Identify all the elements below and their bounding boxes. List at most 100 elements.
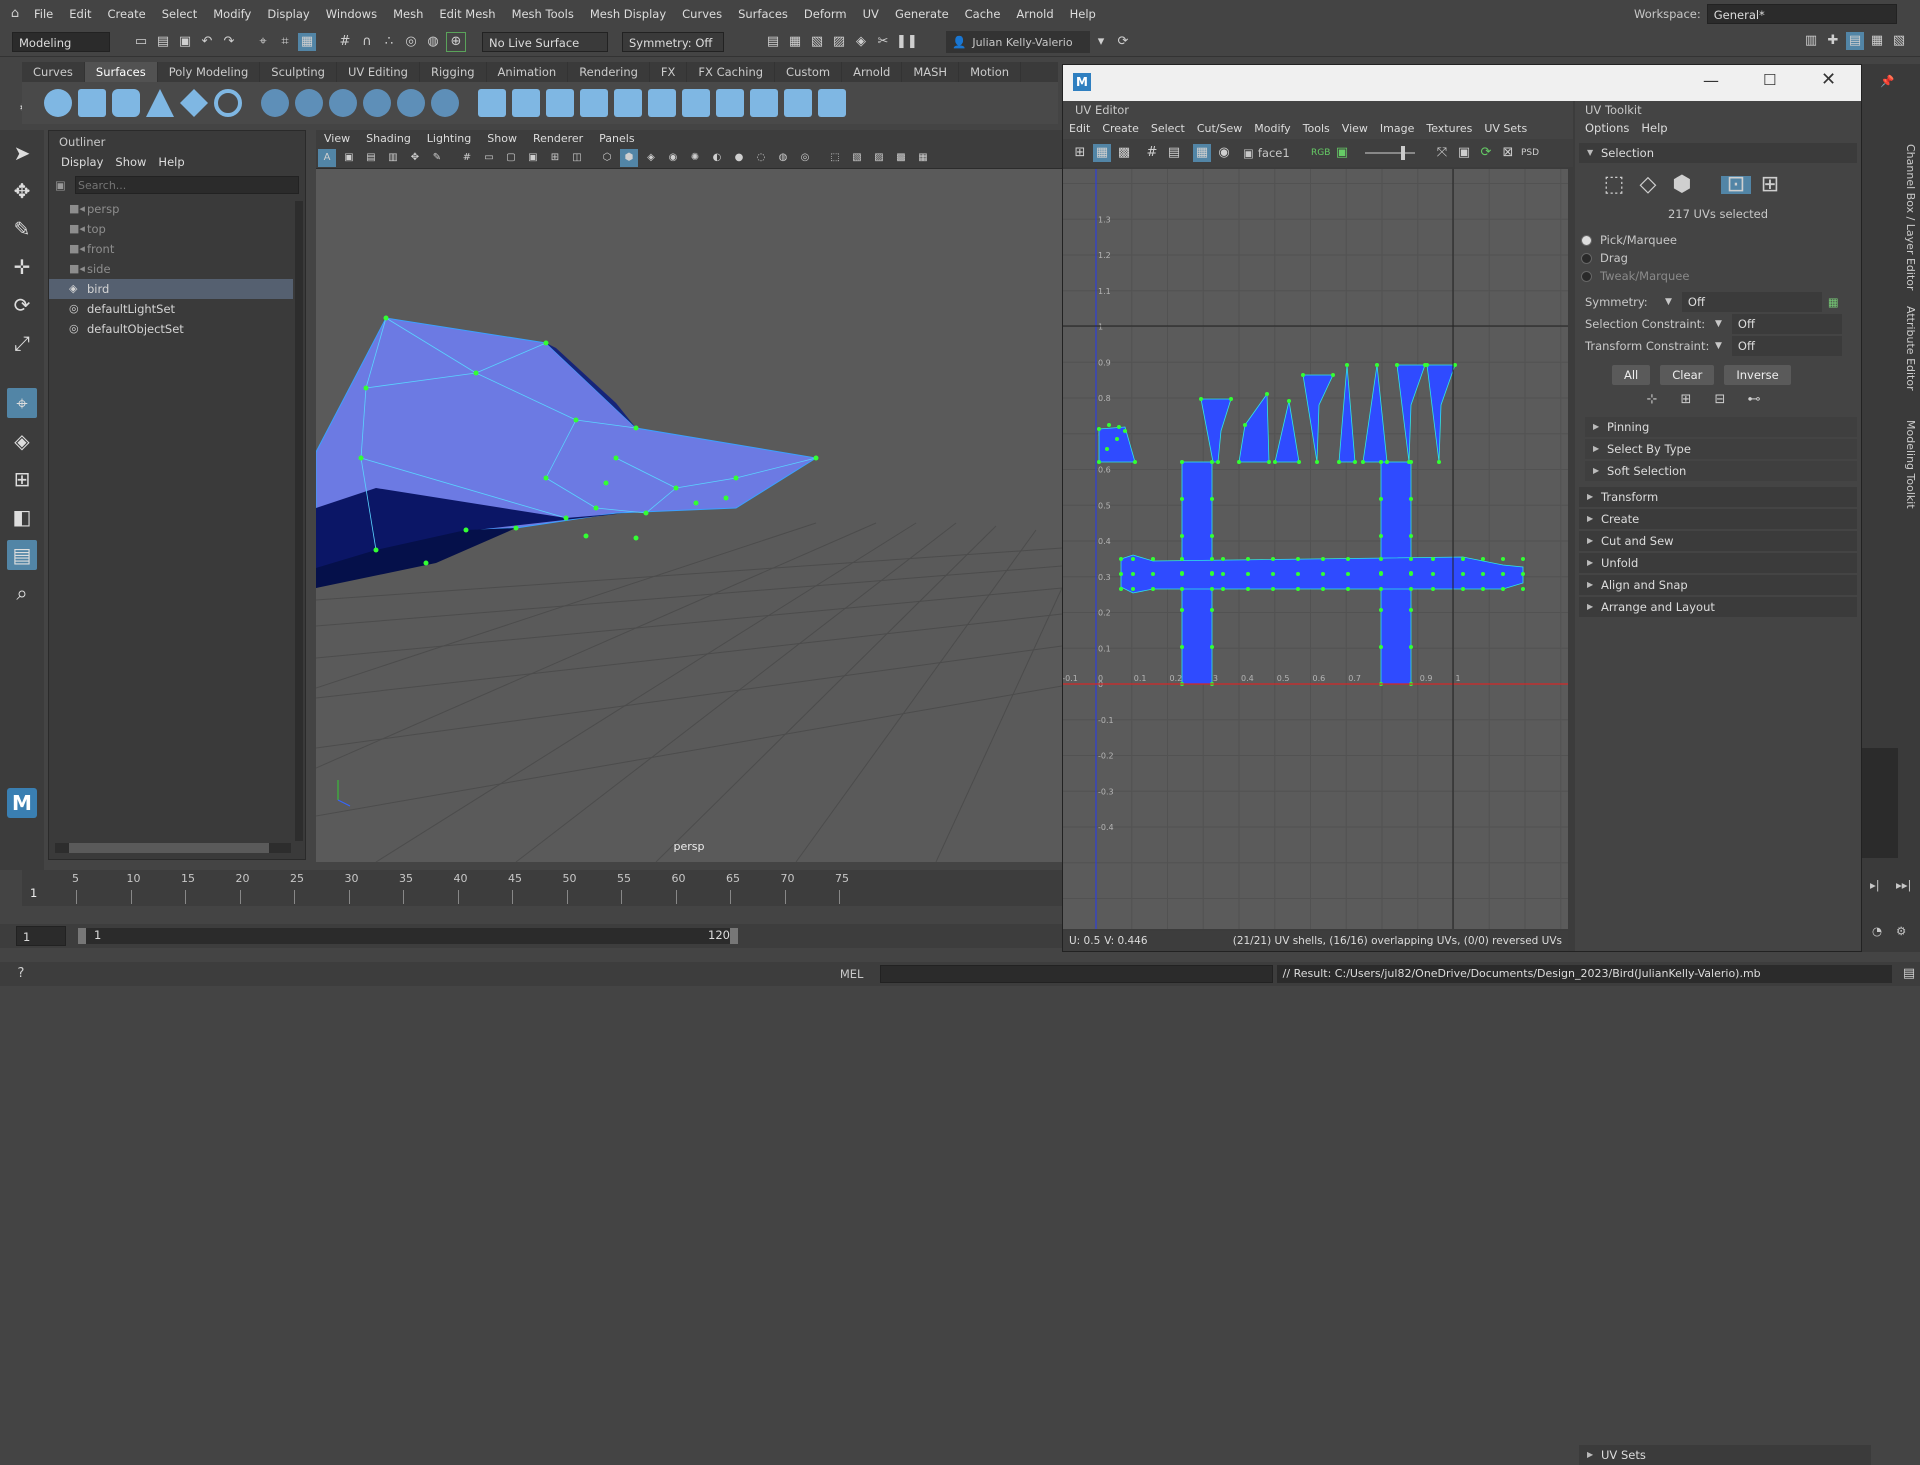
exposure-icon[interactable]: ▦ bbox=[914, 149, 932, 167]
textured-icon[interactable]: ◉ bbox=[664, 149, 682, 167]
nurbs-sphere-icon[interactable] bbox=[44, 89, 72, 117]
scale-tool-icon[interactable]: ⤢ bbox=[7, 328, 37, 358]
snap-point-icon[interactable]: ∴ bbox=[380, 33, 398, 51]
detach-surfaces-icon[interactable] bbox=[512, 89, 540, 117]
outliner-item-defaultLightSet[interactable]: ◎ defaultLightSet bbox=[49, 299, 293, 319]
transform-constraint-dropdown-icon[interactable]: ▼ bbox=[1715, 335, 1722, 357]
script-editor-icon[interactable]: ▤ bbox=[1900, 965, 1918, 983]
two-d-pan-icon[interactable]: ✥ bbox=[406, 149, 424, 167]
menu-curves[interactable]: Curves bbox=[674, 0, 730, 28]
motion-blur-icon[interactable]: ◌ bbox=[752, 149, 770, 167]
hypershade-icon[interactable]: ◈ bbox=[852, 33, 870, 51]
menu-deform[interactable]: Deform bbox=[796, 0, 855, 28]
face-mode-icon[interactable]: ⬢ bbox=[1667, 174, 1697, 196]
modeling-toolkit-tab[interactable]: Modeling Toolkit bbox=[1904, 420, 1917, 509]
nurbs-cone-icon[interactable] bbox=[146, 89, 174, 117]
uv-menu-modify[interactable]: Modify bbox=[1248, 119, 1296, 139]
lasso-tool-icon[interactable]: ✥ bbox=[7, 176, 37, 206]
xray-components-icon[interactable]: ▩ bbox=[892, 149, 910, 167]
grow-selection-icon[interactable]: ⊹ bbox=[1643, 391, 1661, 409]
arnold-render-icon[interactable]: ✂ bbox=[874, 33, 892, 51]
uv-toolkit-menu-options[interactable]: Options bbox=[1579, 119, 1635, 137]
xray-joints-icon[interactable]: ▨ bbox=[870, 149, 888, 167]
uv-isolate-icon[interactable]: ⊠ bbox=[1499, 144, 1517, 162]
ipr-render-icon[interactable]: ▧ bbox=[808, 33, 826, 51]
subsection-soft-selection[interactable]: Soft Selection bbox=[1585, 461, 1857, 481]
outliner-item-front[interactable]: ■◂ front bbox=[49, 239, 293, 259]
select-hierarchy-icon[interactable]: ⌖ bbox=[254, 33, 272, 51]
channel-box-icon[interactable]: ▧ bbox=[1890, 32, 1908, 50]
outliner-item-defaultObjectSet[interactable]: ◎ defaultObjectSet bbox=[49, 319, 293, 339]
section-align-and-snap[interactable]: Align and Snap bbox=[1579, 575, 1857, 595]
bookmarks-icon[interactable]: ▤ bbox=[362, 149, 380, 167]
untrim-icon[interactable] bbox=[648, 89, 676, 117]
radio-icon[interactable] bbox=[1581, 271, 1592, 282]
menu-display[interactable]: Display bbox=[259, 0, 317, 28]
save-scene-icon[interactable]: ▣ bbox=[176, 33, 194, 51]
subsection-pinning[interactable]: Pinning bbox=[1585, 417, 1857, 437]
planar-icon[interactable] bbox=[329, 89, 357, 117]
surface-edit-icon[interactable] bbox=[784, 89, 812, 117]
redo-icon[interactable]: ↷ bbox=[220, 33, 238, 51]
subsection-select-by-type[interactable]: Select By Type bbox=[1585, 439, 1857, 459]
new-scene-icon[interactable]: ▭ bbox=[132, 33, 150, 51]
shelf-tab-uv-editing[interactable]: UV Editing bbox=[337, 62, 420, 82]
depth-of-field-icon[interactable]: ◎ bbox=[796, 149, 814, 167]
shelf-tab-rendering[interactable]: Rendering bbox=[568, 62, 650, 82]
section-transform[interactable]: Transform bbox=[1579, 487, 1857, 507]
single-perspective-layout-icon[interactable]: ◈ bbox=[7, 426, 37, 456]
safe-action-icon[interactable]: ◫ bbox=[568, 149, 586, 167]
sculpt-tool-icon[interactable] bbox=[750, 89, 778, 117]
symmetry-dropdown-icon[interactable]: ▼ bbox=[1665, 291, 1672, 313]
shelf-tab-rigging[interactable]: Rigging bbox=[420, 62, 487, 82]
uv-menu-view[interactable]: View bbox=[1336, 119, 1374, 139]
uv-mode-icon[interactable]: ⊡ bbox=[1721, 174, 1751, 196]
selection-constraint-dropdown-icon[interactable]: ▼ bbox=[1715, 313, 1722, 335]
uv-snapshot-icon[interactable]: ⊞ bbox=[1071, 144, 1089, 162]
render-frame-icon[interactable]: ▦ bbox=[786, 33, 804, 51]
script-language[interactable]: MEL bbox=[840, 967, 880, 981]
pause-icon[interactable]: ❚❚ bbox=[896, 33, 918, 51]
radio-icon[interactable] bbox=[1581, 235, 1592, 246]
channel-box-tab[interactable]: Channel Box / Layer Editor bbox=[1904, 144, 1917, 291]
menu-surfaces[interactable]: Surfaces bbox=[730, 0, 796, 28]
image-plane-icon[interactable]: ▥ bbox=[384, 149, 402, 167]
minimize-icon[interactable]: — bbox=[1703, 71, 1719, 90]
menu-create[interactable]: Create bbox=[100, 0, 154, 28]
menu-cache[interactable]: Cache bbox=[957, 0, 1009, 28]
film-gate-icon[interactable]: ▭ bbox=[480, 149, 498, 167]
attach-surfaces-icon[interactable] bbox=[478, 89, 506, 117]
uv-psd-icon[interactable]: PSD bbox=[1521, 144, 1539, 162]
uv-sets-section-header[interactable]: UV Sets bbox=[1579, 1445, 1871, 1465]
make-live-icon[interactable]: ⊕ bbox=[446, 32, 466, 52]
outliner-item-top[interactable]: ■◂ top bbox=[49, 219, 293, 239]
shelf-tab-motion[interactable]: Motion bbox=[959, 62, 1022, 82]
viewport-menu-renderer[interactable]: Renderer bbox=[525, 130, 591, 148]
live-surface-field[interactable]: No Live Surface bbox=[482, 32, 608, 52]
uv-checker-icon[interactable]: ▦ bbox=[1193, 144, 1211, 162]
boolean-union-icon[interactable] bbox=[682, 89, 710, 117]
uv-face-field[interactable]: ▣ face1 bbox=[1243, 146, 1309, 160]
symmetry-field[interactable]: Symmetry: Off bbox=[622, 32, 724, 52]
menu-generate[interactable]: Generate bbox=[887, 0, 957, 28]
uv-exposure-handle[interactable] bbox=[1401, 146, 1405, 160]
trim-tool-icon[interactable] bbox=[614, 89, 642, 117]
perspective-viewport[interactable]: View Shading Lighting Show Renderer Panels A … bbox=[316, 130, 1062, 862]
menu-edit-mesh[interactable]: Edit Mesh bbox=[431, 0, 503, 28]
time-slider[interactable]: 5 10 15 20 25 30 35 40 45 50 55 60 65 70 75 1 bbox=[22, 870, 1062, 906]
loft-icon[interactable] bbox=[295, 89, 323, 117]
auto-key-icon[interactable]: ◔ bbox=[1872, 924, 1882, 938]
section-unfold[interactable]: Unfold bbox=[1579, 553, 1857, 573]
open-scene-icon[interactable]: ▤ bbox=[154, 33, 172, 51]
select-border-icon[interactable]: ⊟ bbox=[1711, 391, 1729, 409]
snap-grid-icon[interactable]: # bbox=[336, 33, 354, 51]
move-tool-icon[interactable]: ✛ bbox=[7, 252, 37, 282]
uv-rgb-icon[interactable]: RGB bbox=[1311, 144, 1330, 162]
shadows-icon[interactable]: ◐ bbox=[708, 149, 726, 167]
selection-constraint-dropdown[interactable]: Off bbox=[1731, 314, 1842, 334]
outliner-hscroll-thumb[interactable] bbox=[69, 843, 269, 853]
menu-modify[interactable]: Modify bbox=[205, 0, 259, 28]
uv-texture-grid[interactable]: -0.100.10.20.30.40.50.60.70.80.911.31.21… bbox=[1063, 169, 1568, 929]
select-tool-icon[interactable]: ➤ bbox=[7, 138, 37, 168]
uv-frame-selected-icon[interactable]: ▣ bbox=[1455, 144, 1473, 162]
